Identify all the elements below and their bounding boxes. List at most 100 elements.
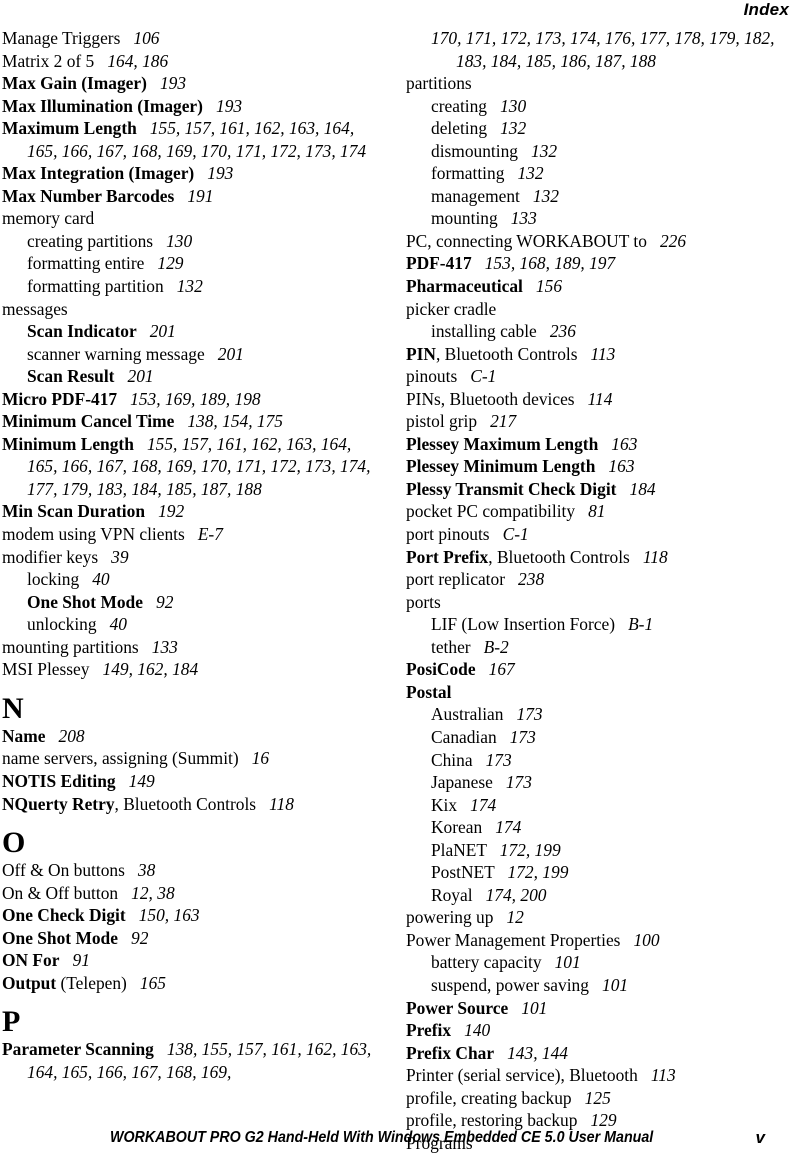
index-entry-pages: 132 xyxy=(176,276,203,297)
index-entry-term: unlocking xyxy=(27,614,97,635)
index-entry: formatting partition 132 xyxy=(2,275,382,298)
index-entry: Matrix 2 of 5 164, 186 xyxy=(2,50,382,73)
index-entry-term: Power Management Properties xyxy=(406,929,621,950)
index-entry-pages: 113 xyxy=(650,1065,676,1086)
index-entry-spacer xyxy=(595,456,608,476)
index-entry-pages: 201 xyxy=(149,321,176,342)
index-entry-spacer xyxy=(630,547,643,567)
index-entry: Off & On buttons 38 xyxy=(2,859,382,882)
index-entry-spacer xyxy=(256,794,269,814)
index-entry-spacer xyxy=(578,344,591,364)
index-entry: dismounting 132 xyxy=(406,140,786,163)
index-entry-term: PostNET xyxy=(431,862,495,883)
index-entry: Scan Result 201 xyxy=(2,365,382,388)
index-entry-pages: 138, 154, 175 xyxy=(187,411,283,432)
index-entry-spacer xyxy=(137,118,150,138)
index-column-right: 170, 171, 172, 173, 174, 176, 177, 178, … xyxy=(406,27,786,1154)
index-entry-term: name servers, assigning (Summit) xyxy=(2,748,239,769)
index-entry: powering up 12 xyxy=(406,906,786,929)
index-entry: Pharmaceutical 156 xyxy=(406,275,786,298)
index-entry-pages: 165 xyxy=(139,972,166,993)
index-entry-pages: 92 xyxy=(131,927,149,948)
index-entry-spacer xyxy=(120,28,133,48)
index-entry: Power Management Properties 100 xyxy=(406,929,786,952)
index-entry-spacer xyxy=(518,141,531,161)
index-entry-term: Output xyxy=(2,972,57,993)
index-entry-spacer xyxy=(505,569,518,589)
index-entry: name servers, assigning (Summit) 16 xyxy=(2,747,382,770)
index-entry: Port Prefix, Bluetooth Controls 118 xyxy=(406,546,786,569)
index-entry-pages: 193 xyxy=(207,163,234,184)
index-entry-term: PIN xyxy=(406,343,436,364)
index-entry: installing cable 236 xyxy=(406,320,786,343)
index-entry-term: modifier keys xyxy=(2,546,99,567)
index-entry: PC, connecting WORKABOUT to 226 xyxy=(406,230,786,253)
index-entry-term: Plessey Minimum Length xyxy=(406,456,596,477)
index-entry-spacer xyxy=(497,727,510,747)
index-entry-spacer xyxy=(572,1088,585,1108)
index-entry-pages: 81 xyxy=(588,501,606,522)
index-entry-term: pinouts xyxy=(406,366,458,387)
index-entry-term: pistol grip xyxy=(406,411,478,432)
index-entry-term: PDF-417 xyxy=(406,253,472,274)
index-entry-spacer xyxy=(520,186,533,206)
index-entry-spacer xyxy=(472,253,485,273)
index-entry-pages: 133 xyxy=(151,636,178,657)
index-entry-pages: 125 xyxy=(584,1087,611,1108)
index-entry: unlocking 40 xyxy=(2,613,382,636)
index-entry-pages: E-7 xyxy=(197,524,223,545)
index-entry-term: Korean xyxy=(431,817,483,838)
index-entry-term: Parameter Scanning xyxy=(2,1039,154,1060)
index-entry-term: Matrix 2 of 5 xyxy=(2,50,95,71)
index-entry-pages: 143, 144 xyxy=(507,1042,568,1063)
index-entry: Minimum Length 155, 157, 161, 162, 163, … xyxy=(2,433,382,501)
index-entry: Japanese 173 xyxy=(406,771,786,794)
index-entry-term: battery capacity xyxy=(431,952,542,973)
footer-manual-title: WORKABOUT PRO G2 Hand-Held With Windows … xyxy=(110,1129,654,1146)
index-entry-spacer xyxy=(174,186,187,206)
index-entry-pages: 38 xyxy=(137,860,156,881)
index-entry: PINs, Bluetooth devices 114 xyxy=(406,388,786,411)
index-entry-pages: 118 xyxy=(269,793,294,814)
index-entry-pages: 193 xyxy=(159,73,187,94)
index-entry-term: memory card xyxy=(2,208,95,229)
index-entry: locking 40 xyxy=(2,568,382,591)
index-entry: Maximum Length 155, 157, 161, 162, 163, … xyxy=(2,117,382,162)
index-entry-term: NQuerty Retry xyxy=(2,793,115,814)
index-entry-spacer xyxy=(174,411,187,431)
index-entry-term: Minimum Cancel Time xyxy=(2,411,175,432)
index-entry-term: profile, creating backup xyxy=(406,1087,572,1108)
index-entry-term: NOTIS Editing xyxy=(2,770,116,791)
index-entry-spacer xyxy=(194,163,207,183)
index-entry-pages: 16 xyxy=(251,748,270,769)
index-entry-spacer xyxy=(476,659,489,679)
index-entry-spacer xyxy=(205,344,218,364)
index-entry: One Shot Mode 92 xyxy=(2,591,382,614)
index-entry-spacer xyxy=(490,524,503,544)
index-entry-term: Off & On buttons xyxy=(2,860,125,881)
index-entry-spacer xyxy=(139,637,152,657)
index-entry-term: On & Off button xyxy=(2,882,119,903)
index-columns: Manage Triggers 106 Matrix 2 of 5 164, 18… xyxy=(0,27,797,1153)
index-entry-term: Max Number Barcodes xyxy=(2,185,175,206)
index-entry-pages: 132 xyxy=(531,140,558,161)
index-entry-term: scanner warning message xyxy=(27,343,205,364)
index-entry: ON For 91 xyxy=(2,949,382,972)
index-entry-term: Prefix Char xyxy=(406,1042,495,1063)
index-entry-term: formatting partition xyxy=(27,276,164,297)
index-entry-pages: 163 xyxy=(608,456,635,477)
index-entry-term: modem using VPN clients xyxy=(2,524,185,545)
index-entry-pages: 100 xyxy=(633,929,660,950)
index-entry: Plessy Transmit Check Digit 184 xyxy=(406,478,786,501)
index-entry: Manage Triggers 106 xyxy=(2,27,382,50)
index-entry-spacer xyxy=(114,366,127,386)
index-entry: PlaNET 172, 199 xyxy=(406,839,786,862)
index-entry-term: Max Gain (Imager) xyxy=(2,73,147,94)
index-entry-spacer xyxy=(575,389,588,409)
index-entry-spacer xyxy=(134,434,147,454)
index-entry-pages: 113 xyxy=(590,343,616,364)
index-entry-spacer xyxy=(59,950,72,970)
index-entry: management 132 xyxy=(406,185,786,208)
index-entry-pages: 91 xyxy=(72,950,90,971)
index-entry-pages: 174 xyxy=(495,817,522,838)
